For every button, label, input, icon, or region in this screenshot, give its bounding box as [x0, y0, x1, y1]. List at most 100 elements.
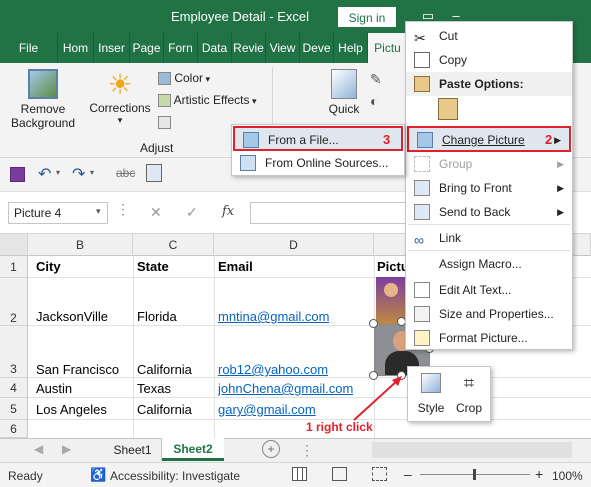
- crop-button[interactable]: ⌗ Crop: [452, 371, 486, 419]
- paste-picture-icon[interactable]: [438, 98, 458, 120]
- tab-view[interactable]: View: [266, 33, 300, 63]
- cancel-icon[interactable]: ✕: [150, 204, 162, 221]
- zoom-in-icon[interactable]: +: [535, 466, 543, 482]
- resize-handle[interactable]: [369, 319, 378, 328]
- tab-formulas[interactable]: Forn: [164, 33, 198, 63]
- cell-b4[interactable]: Austin: [36, 381, 72, 396]
- menu-item-copy[interactable]: Copy: [406, 48, 572, 72]
- cell-d1[interactable]: Email: [218, 259, 253, 274]
- tab-file[interactable]: File: [0, 33, 58, 63]
- tab-picture-format[interactable]: Pictu: [368, 33, 408, 63]
- tab-home[interactable]: Hom: [58, 33, 94, 63]
- menu-item-format-picture[interactable]: Format Picture...: [406, 326, 572, 350]
- sign-in-button[interactable]: Sign in: [338, 7, 396, 27]
- menu-item-assign-macro[interactable]: Assign Macro...: [406, 252, 572, 276]
- zoom-slider-thumb[interactable]: [473, 469, 476, 480]
- row-header-4[interactable]: 4: [0, 378, 28, 398]
- cell-c3[interactable]: California: [137, 362, 192, 377]
- page-break-icon[interactable]: [372, 467, 387, 481]
- row-header-6[interactable]: 6: [0, 420, 28, 438]
- page-layout-icon[interactable]: [332, 467, 347, 481]
- menu-item-send-to-back[interactable]: Send to Back ▶: [406, 200, 572, 224]
- cell-c5[interactable]: California: [137, 402, 192, 417]
- row-header-1[interactable]: 1: [0, 256, 28, 278]
- quick-styles-button[interactable]: Quick: [322, 69, 366, 131]
- column-header-b[interactable]: B: [28, 234, 133, 256]
- row-header-2[interactable]: 2: [0, 278, 28, 326]
- column-header-c[interactable]: C: [133, 234, 214, 256]
- cell-c4[interactable]: Texas: [137, 381, 171, 396]
- color-button[interactable]: Color ▾: [158, 71, 210, 91]
- menu-item-bring-to-front[interactable]: Bring to Front ▶: [406, 176, 572, 200]
- accessibility-status[interactable]: Accessibility: Investigate: [110, 469, 240, 483]
- color-icon: [158, 72, 171, 86]
- redo-icon[interactable]: ↷: [72, 164, 85, 184]
- cell-b2[interactable]: JacksonVille: [36, 309, 108, 324]
- cell-b5[interactable]: Los Angeles: [36, 402, 107, 417]
- horizontal-scrollbar[interactable]: [372, 442, 572, 458]
- cell-c1[interactable]: State: [137, 259, 169, 274]
- sheet-tab-sheet2[interactable]: Sheet2: [162, 438, 224, 461]
- select-all-corner[interactable]: [0, 234, 28, 256]
- size-properties-icon: [414, 306, 430, 322]
- cell-d2[interactable]: mntina@gmail.com: [218, 309, 329, 324]
- tab-developer[interactable]: Deve: [300, 33, 334, 63]
- scroll-right-icon[interactable]: ▶: [62, 442, 71, 456]
- menu-item-link[interactable]: ∞ Link: [406, 226, 572, 250]
- cell-d4[interactable]: johnChena@gmail.com: [218, 381, 353, 396]
- name-box-dropdown-icon[interactable]: ▾: [96, 206, 101, 217]
- undo-icon[interactable]: ↶: [38, 164, 51, 184]
- menu-item-edit-alt-text[interactable]: Edit Alt Text...: [406, 278, 572, 302]
- enter-icon[interactable]: ✓: [186, 204, 198, 221]
- save-icon[interactable]: [10, 167, 25, 182]
- zoom-level[interactable]: 100%: [552, 469, 583, 483]
- tab-help[interactable]: Help: [334, 33, 368, 63]
- picture-effects-icon[interactable]: ◐: [370, 93, 378, 109]
- insert-function-button[interactable]: fx: [222, 204, 234, 219]
- artistic-effects-button[interactable]: Artistic Effects ▾: [158, 93, 257, 113]
- quick-styles-icon: [331, 69, 357, 99]
- sun-icon: ☀: [107, 69, 133, 100]
- picture-border-icon[interactable]: ✎: [370, 71, 382, 88]
- status-ready: Ready: [8, 469, 43, 483]
- context-menu: ✂ Cut Copy Paste Options: Change Picture 2…: [405, 21, 573, 350]
- gridline: [133, 256, 134, 438]
- menu-item-change-picture[interactable]: Change Picture 2 ▶: [407, 126, 571, 152]
- column-header-d[interactable]: D: [214, 234, 374, 256]
- tab-review[interactable]: Revie: [232, 33, 266, 63]
- paste-options-header: Paste Options:: [406, 72, 572, 96]
- normal-view-icon[interactable]: [292, 467, 307, 481]
- formula-input[interactable]: [250, 202, 410, 224]
- menu-item-cut[interactable]: ✂ Cut: [406, 24, 572, 48]
- cell-d3[interactable]: rob12@yahoo.com: [218, 362, 328, 377]
- remove-background-label-1: Remove: [20, 102, 66, 116]
- tab-insert[interactable]: Inser: [94, 33, 130, 63]
- row-header-3[interactable]: 3: [0, 326, 28, 378]
- redo-dropdown-icon[interactable]: ▾: [90, 168, 94, 177]
- corrections-button[interactable]: ☀ Corrections ▾: [86, 69, 154, 139]
- sheet-tab-sheet1[interactable]: Sheet1: [104, 439, 162, 461]
- accessibility-icon: ♿: [90, 467, 107, 482]
- name-box[interactable]: Picture 4: [8, 202, 108, 224]
- cell-d5[interactable]: gary@gmail.com: [218, 402, 316, 417]
- menu-item-from-online-sources[interactable]: From Online Sources...: [232, 151, 404, 175]
- quick-styles-label: Quick: [328, 102, 360, 116]
- cell-c2[interactable]: Florida: [137, 309, 177, 324]
- step-2-label: 2: [545, 132, 553, 147]
- print-preview-icon[interactable]: [146, 164, 162, 182]
- strikethrough-icon[interactable]: abc: [116, 166, 135, 180]
- tab-data[interactable]: Data: [198, 33, 232, 63]
- tab-page-layout[interactable]: Page: [130, 33, 164, 63]
- undo-dropdown-icon[interactable]: ▾: [56, 168, 60, 177]
- remove-background-button[interactable]: Remove Background: [8, 69, 78, 141]
- menu-item-from-a-file[interactable]: From a File... 3: [233, 126, 403, 151]
- zoom-out-icon[interactable]: –: [404, 466, 412, 482]
- menu-item-size-properties[interactable]: Size and Properties...: [406, 302, 572, 326]
- row-header-5[interactable]: 5: [0, 398, 28, 420]
- cell-b3[interactable]: San Francisco: [36, 362, 119, 377]
- transparency-button[interactable]: [158, 115, 171, 135]
- cell-b1[interactable]: City: [36, 259, 61, 274]
- gridline: [28, 397, 591, 398]
- add-sheet-icon[interactable]: +: [262, 440, 280, 458]
- scroll-left-icon[interactable]: ◀: [34, 442, 43, 456]
